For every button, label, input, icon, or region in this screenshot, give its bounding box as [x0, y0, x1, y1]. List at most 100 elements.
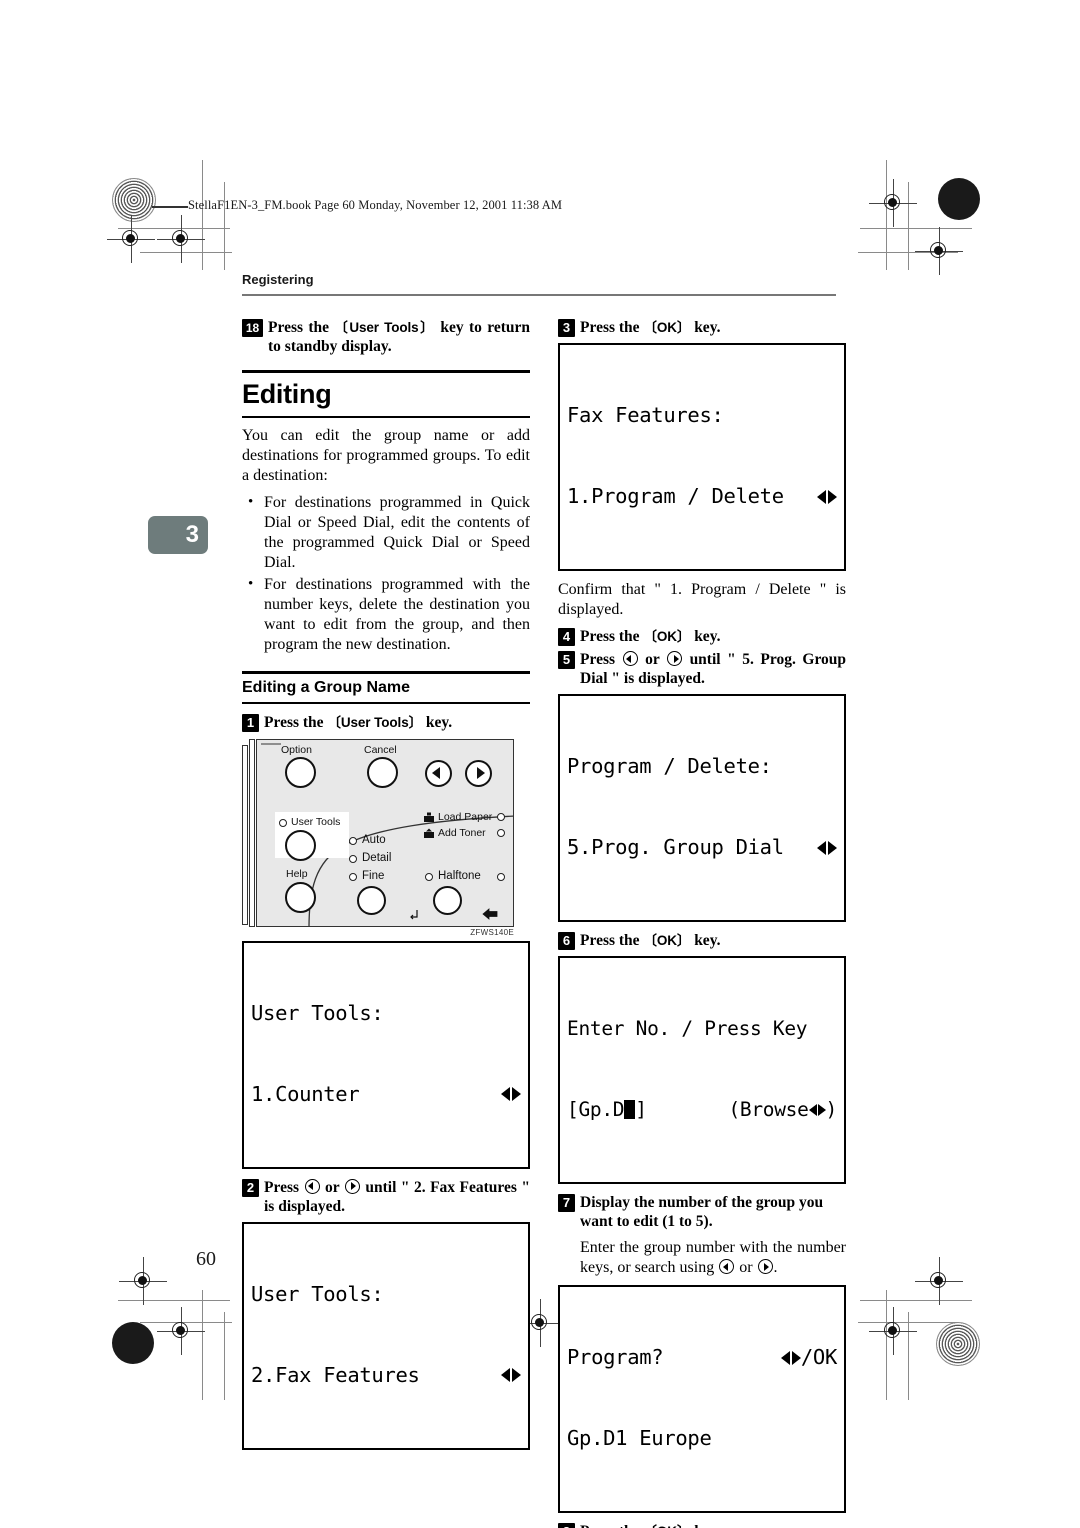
page-number: 60: [196, 1248, 216, 1270]
keycap-user-tools: 〔User Tools〕: [327, 714, 423, 730]
panel-label-help: Help: [286, 867, 308, 880]
keycap-user-tools: 〔User Tools〕: [334, 320, 435, 335]
left-arrow-icon: [719, 1259, 735, 1274]
registration-target: [915, 1257, 963, 1305]
step-number: 7: [558, 1194, 575, 1212]
lcd-arrows: [501, 1366, 521, 1384]
lcd-line: Enter No. / Press Key: [567, 1015, 837, 1042]
registration-target: [869, 179, 917, 227]
lcd-line: User Tools:: [251, 1000, 521, 1027]
step-number: 18: [242, 319, 263, 337]
option-button[interactable]: [285, 756, 316, 788]
help-button[interactable]: [285, 881, 316, 913]
user-tools-led: [279, 818, 287, 827]
lcd-text: 1.Program / Delete: [567, 484, 784, 508]
crop-mark-line: [202, 1290, 203, 1400]
lcd-text: User Tools:: [251, 1281, 384, 1306]
cancel-button[interactable]: [367, 756, 398, 788]
step-text: Press the 〔OK〕 key.: [580, 627, 720, 646]
lcd-text: Enter No. / Press Key: [567, 1017, 808, 1040]
step-text-b: or: [325, 1178, 340, 1196]
start-arrow-icon: [482, 907, 498, 920]
title-rule: [242, 416, 530, 418]
crop-mark-line: [118, 1300, 230, 1301]
step-6: 6 Press the 〔OK〕 key.: [558, 931, 846, 950]
resolution-button[interactable]: [357, 885, 386, 915]
step-8: 8 Press the 〔OK〕 key.: [558, 1522, 846, 1528]
lcd-display-program-delete: Fax Features: 1.Program / Delete: [558, 343, 846, 571]
left-arrow-button[interactable]: [425, 759, 452, 787]
step-text-a: Press: [264, 1178, 300, 1196]
step-text-before: Press the: [580, 932, 640, 949]
lcd-display-user-tools-counter: User Tools: 1.Counter: [242, 940, 530, 1169]
document-page: StellaF1EN-3_FM.book Page 60 Monday, Nov…: [0, 0, 1080, 1528]
registration-halftone-disc: [112, 178, 156, 222]
registration-solid-disc: [112, 1322, 154, 1364]
lcd-ok-hint: /OK: [780, 1344, 837, 1371]
right-arrow-icon: [344, 1178, 360, 1194]
running-header-section: Registering: [242, 272, 314, 287]
fine-led: [349, 872, 357, 881]
load-paper-led: [497, 812, 505, 821]
lcd-text: User Tools:: [251, 1000, 384, 1025]
extra-led: [497, 872, 505, 881]
panel-edge: [249, 738, 255, 927]
step-text-before: Press the: [580, 319, 640, 336]
chapter-tab: 3: [148, 516, 208, 554]
keycap-label: OK: [656, 629, 677, 644]
step-text-before: Press the: [580, 1523, 640, 1528]
halftone-button[interactable]: [433, 885, 462, 915]
lcd-browse-close: ): [825, 1098, 838, 1121]
step-number: 6: [558, 932, 575, 950]
registration-target-left: [107, 215, 155, 263]
add-toner-icon: [424, 828, 434, 838]
step-text: Press the 〔OK〕 key.: [580, 931, 720, 950]
registration-target-center: [516, 1299, 564, 1347]
lcd-text: 2.Fax Features: [251, 1362, 420, 1387]
sub-title-rule: [242, 701, 530, 704]
keycap-ok: 〔OK〕: [643, 629, 691, 644]
registration-target: [1060, 1480, 1080, 1506]
registration-halftone-disc: [936, 1322, 980, 1366]
intro-paragraph: You can edit the group name or add desti…: [242, 427, 530, 484]
lcd-text: Program?: [567, 1345, 664, 1369]
panel-label-fine: Fine: [362, 869, 385, 882]
lcd-line: 5.Prog. Group Dial: [567, 834, 837, 861]
step-text-before: Press the: [580, 628, 640, 645]
body-text-a: Enter the group number with the number k…: [580, 1239, 846, 1276]
control-panel-figure: Option Cancel User Tools Help Auto Detai…: [242, 738, 514, 937]
section-title: Editing a Group Name: [242, 678, 411, 696]
step-1: 1 Press the 〔User Tools〕 key.: [242, 713, 530, 732]
header-rule: [152, 206, 188, 208]
panel-label-detail: Detail: [362, 851, 392, 864]
step-text-after: key.: [425, 713, 453, 731]
step-2: 2 Press or until " 2. Fax Features " is …: [242, 1178, 530, 1216]
keycap-label: User Tools: [349, 320, 419, 335]
bullet-list: For destinations programmed in Quick Dia…: [242, 492, 530, 655]
step-text-after: key.: [694, 319, 721, 336]
title-rule: [242, 370, 530, 373]
lcd-line: 1.Program / Delete: [567, 483, 837, 510]
panel-label-cancel: Cancel: [364, 743, 397, 756]
right-arrow-button[interactable]: [465, 759, 492, 787]
registration-target: [176, 232, 202, 258]
figure-id: ZFWS140E: [470, 927, 514, 937]
detail-led: [349, 854, 357, 863]
confirm-paragraph: Confirm that " 1. Program / Delete " is …: [558, 581, 846, 618]
panel-label-add-toner: Add Toner: [438, 826, 486, 839]
lcd-display-prog-group-dial: Program / Delete: 5.Prog. Group Dial: [558, 694, 846, 922]
right-column: 3 Press the 〔OK〕 key. Fax Features: 1.Pr…: [558, 318, 846, 1528]
lcd-text: Program / Delete:: [567, 754, 772, 778]
lcd-line: Program? /OK: [567, 1344, 837, 1371]
keycap-label: OK: [657, 1524, 677, 1528]
keycap-ok: 〔OK〕: [643, 1524, 690, 1528]
panel-label-auto: Auto: [362, 833, 386, 846]
running-header-rule: [242, 294, 836, 296]
user-tools-button[interactable]: [285, 829, 316, 861]
step-text: Press the 〔OK〕 key.: [580, 318, 720, 337]
body-text-b: or: [739, 1259, 753, 1276]
lcd-text: 5.Prog. Group Dial: [567, 835, 784, 859]
registration-solid-disc: [938, 178, 980, 220]
lcd-line: User Tools:: [251, 1281, 521, 1308]
crop-mark-line: [224, 182, 225, 270]
